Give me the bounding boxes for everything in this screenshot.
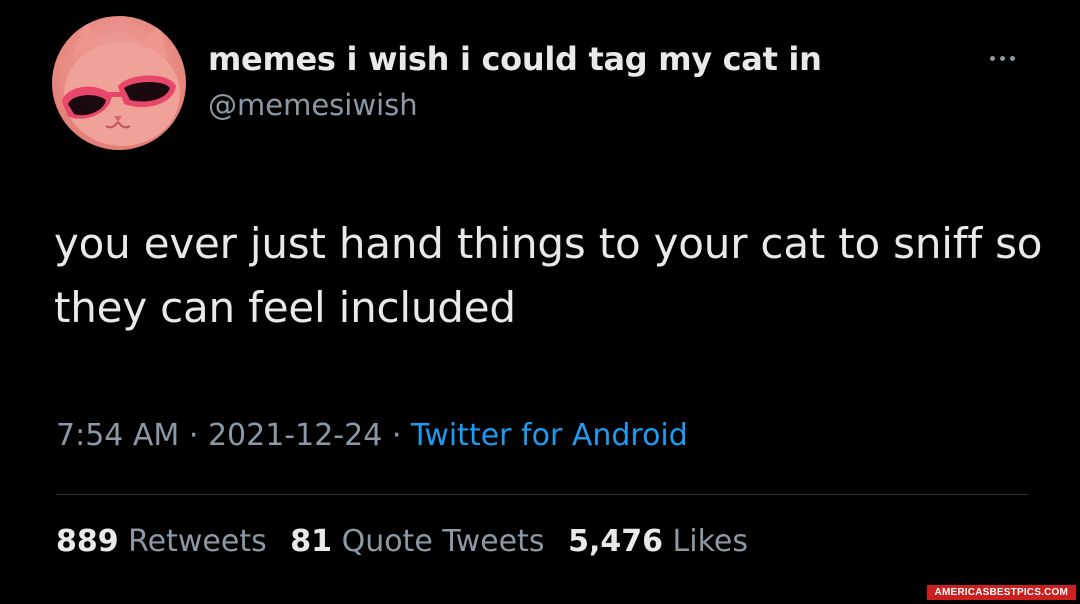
display-name[interactable]: memes i wish i could tag my cat in [208,40,822,78]
retweets-stat[interactable]: 889 Retweets [56,524,267,559]
retweets-label: Retweets [128,524,267,559]
divider [56,494,1028,495]
meta-separator: · [188,418,199,453]
more-dot [999,55,1005,61]
tweet-date[interactable]: 2021-12-24 [208,418,382,453]
likes-stat[interactable]: 5,476 Likes [568,524,748,559]
meta-separator: · [391,418,402,453]
more-horizontal-icon[interactable] [978,48,1026,68]
likes-label: Likes [672,524,748,559]
cat-avatar-icon [52,16,186,150]
tweet-card: memes i wish i could tag my cat in @meme… [0,0,1080,604]
likes-count: 5,476 [568,524,663,559]
tweet-stats: 889 Retweets 81 Quote Tweets 5,476 Likes [56,524,762,559]
quote-tweets-label: Quote Tweets [341,524,545,559]
quote-tweets-count: 81 [290,524,333,559]
tweet-meta: 7:54 AM · 2021-12-24 · Twitter for Andro… [56,418,688,453]
retweets-count: 889 [56,524,119,559]
watermark: AMERICASBESTPICS.COM [926,585,1076,600]
tweet-text: you ever just hand things to your cat to… [54,219,1043,332]
tweet-source-link[interactable]: Twitter for Android [411,418,688,453]
quote-tweets-stat[interactable]: 81 Quote Tweets [290,524,544,559]
tweet-time[interactable]: 7:54 AM [56,418,179,453]
avatar[interactable] [52,16,186,150]
more-dot [1009,55,1015,61]
more-dot [989,55,995,61]
user-handle[interactable]: @memesiwish [208,88,418,122]
